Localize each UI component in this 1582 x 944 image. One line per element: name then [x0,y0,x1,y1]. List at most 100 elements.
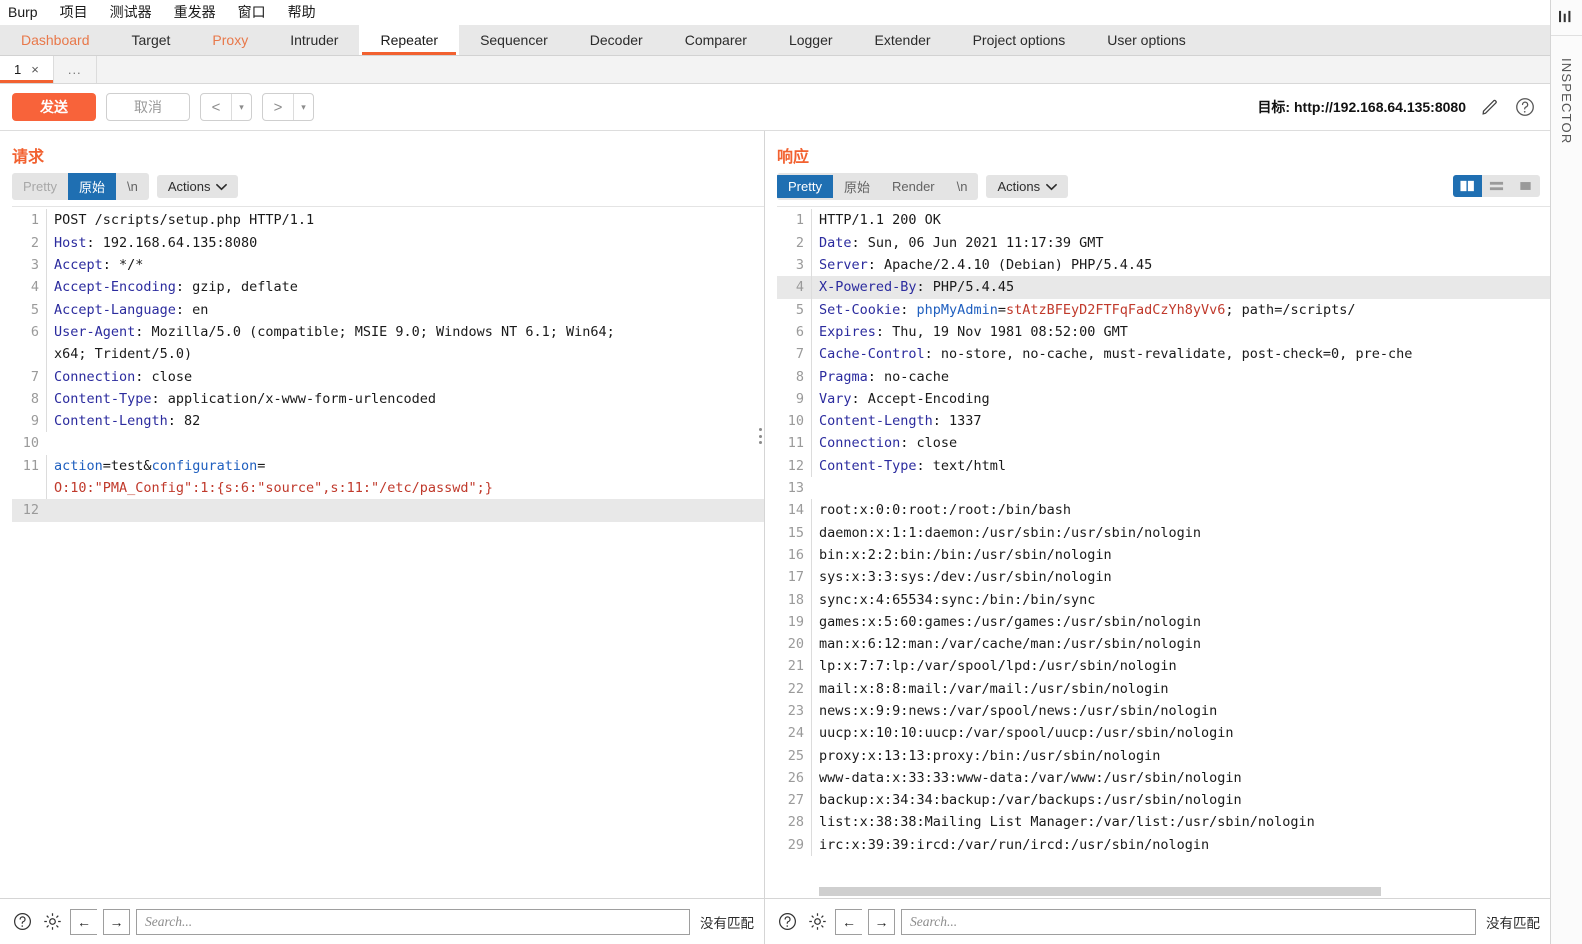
response-line[interactable]: 18 sync:x:4:65534:sync:/bin:/bin/sync [777,588,1550,611]
tab-proxy[interactable]: Proxy [191,25,269,55]
response-view-1[interactable]: Pretty [777,175,833,199]
request-line[interactable]: 1 POST /scripts/setup.php HTTP/1.1 [12,209,764,232]
tab-logger[interactable]: Logger [768,25,854,55]
tab-extender[interactable]: Extender [854,25,952,55]
repeater-new-tab[interactable]: ... [54,56,97,83]
history-next-group[interactable]: > ▾ [262,93,314,122]
response-line[interactable]: 27 backup:x:34:34:backup:/var/backups:/us… [777,789,1550,812]
response-line[interactable]: 3 Server: Apache/2.4.10 (Debian) PHP/5.4.… [777,254,1550,277]
layout-single-pane-icon[interactable] [1511,175,1540,197]
response-line[interactable]: 19 games:x:5:60:games:/usr/games:/usr/sbi… [777,610,1550,634]
response-line[interactable]: 6 Expires: Thu, 19 Nov 1981 08:52:00 GMT [777,320,1550,344]
response-line[interactable]: 2 Date: Sun, 06 Jun 2021 11:17:39 GMT [777,231,1550,255]
response-editor[interactable]: 1 HTTP/1.1 200 OK 2 Date: Sun, 06 Jun 2021 … [777,206,1550,899]
inspector-rail[interactable]: INSPECTOR [1550,0,1582,944]
response-line[interactable]: 21 lp:x:7:7:lp:/var/spool/lpd:/usr/sbin/n… [777,655,1550,678]
request-search-input[interactable] [136,908,690,935]
close-icon[interactable]: × [31,62,39,77]
response-view-4[interactable]: \n [946,175,979,198]
scrollbar-thumb[interactable] [819,887,1382,897]
request-line[interactable]: 6 User-Agent: Mozilla/5.0 (compatible; MS… [12,320,764,366]
response-line[interactable]: 20 man:x:6:12:man:/var/cache/man:/usr/sbi… [777,633,1550,656]
menu-repeater[interactable]: 重发器 [174,2,216,22]
response-line[interactable]: 5 Set-Cookie: phpMyAdmin=stAtzBFEyD2FTFqF… [777,298,1550,321]
request-line[interactable]: 5 Accept-Language: en [12,298,764,321]
tab-project-options[interactable]: Project options [952,25,1087,55]
response-line[interactable]: 7 Cache-Control: no-store, no-cache, must… [777,343,1550,366]
chevron-left-icon[interactable]: < [201,94,231,120]
tab-user-options[interactable]: User options [1086,25,1207,55]
response-line[interactable]: 10 Content-Length: 1337 [777,410,1550,433]
request-actions-button[interactable]: Actions [156,175,239,199]
response-line[interactable]: 8 Pragma: no-cache [777,365,1550,388]
request-line[interactable]: 4 Accept-Encoding: gzip, deflate [12,276,764,299]
response-line[interactable]: 29 irc:x:39:39:ircd:/var/run/ircd:/usr/sb… [777,833,1550,857]
search-next-button[interactable]: → [103,908,130,935]
request-view-3[interactable]: \n [116,175,149,198]
history-prev-group[interactable]: < ▾ [200,93,252,122]
request-line[interactable]: 8 Content-Type: application/x-www-form-ur… [12,387,764,411]
response-view-3[interactable]: Render [881,175,946,198]
request-view-1[interactable]: Pretty [12,175,68,198]
gear-icon[interactable] [40,910,64,934]
request-view-2[interactable]: 原始 [67,173,116,201]
response-line[interactable]: 15 daemon:x:1:1:daemon:/usr/sbin:/usr/sbi… [777,521,1550,544]
tab-decoder[interactable]: Decoder [569,25,664,55]
response-horizontal-scrollbar[interactable] [819,887,1540,897]
response-line[interactable]: 28 list:x:38:38:Mailing List Manager:/var… [777,811,1550,834]
response-line[interactable]: 26 www-data:x:33:33:www-data:/var/www:/us… [777,766,1550,790]
chevron-down-icon[interactable]: ▾ [231,94,251,121]
request-line[interactable]: 12 [12,499,764,522]
gear-icon[interactable] [805,910,829,934]
response-line[interactable]: 24 uucp:x:10:10:uucp:/var/spool/uucp:/usr… [777,722,1550,745]
response-search-input[interactable] [901,908,1476,935]
send-button[interactable]: 发送 [12,93,96,122]
response-line[interactable]: 13 [777,477,1550,499]
search-prev-button[interactable]: ← [835,908,862,935]
request-line[interactable]: 11 action=test&configuration= O:10:"PMA_C… [12,454,764,500]
response-line[interactable]: 14 root:x:0:0:root:/root:/bin/bash [777,499,1550,522]
cancel-button[interactable]: 取消 [106,93,190,122]
tab-repeater[interactable]: Repeater [359,24,460,56]
tab-comparer[interactable]: Comparer [664,25,768,55]
response-line[interactable]: 25 proxy:x:13:13:proxy:/bin:/usr/sbin/nol… [777,744,1550,767]
menu-tester[interactable]: 测试器 [110,2,152,22]
response-line[interactable]: 12 Content-Type: text/html [777,454,1550,478]
menu-help[interactable]: 帮助 [288,2,316,22]
help-icon[interactable] [1512,94,1538,120]
request-line[interactable]: 7 Connection: close [12,365,764,388]
request-editor[interactable]: 1 POST /scripts/setup.php HTTP/1.1 2 Host: … [12,206,764,899]
tab-intruder[interactable]: Intruder [269,25,359,55]
response-actions-button[interactable]: Actions [986,175,1069,199]
chevron-down-icon[interactable]: ▾ [293,94,313,121]
response-line[interactable]: 11 Connection: close [777,432,1550,455]
request-line[interactable]: 10 [12,432,764,454]
search-prev-button[interactable]: ← [70,908,97,935]
response-line[interactable]: 17 sys:x:3:3:sys:/dev:/usr/sbin/nologin [777,566,1550,589]
search-next-button[interactable]: → [868,908,895,935]
inspector-toggle-icon[interactable] [1558,0,1575,27]
tab-dashboard[interactable]: Dashboard [0,25,111,55]
request-line[interactable]: 3 Accept: */* [12,254,764,277]
response-line[interactable]: 4 X-Powered-By: PHP/5.4.45 [777,276,1550,299]
response-line[interactable]: 23 news:x:9:9:news:/var/spool/news:/usr/s… [777,699,1550,723]
response-line[interactable]: 16 bin:x:2:2:bin:/bin:/usr/sbin/nologin [777,543,1550,567]
menu-window[interactable]: 窗口 [238,2,266,22]
layout-split-vertical-icon[interactable] [1453,175,1482,198]
tab-sequencer[interactable]: Sequencer [459,25,569,55]
chevron-right-icon[interactable]: > [263,94,293,120]
pencil-icon[interactable] [1476,94,1502,120]
response-line[interactable]: 1 HTTP/1.1 200 OK [777,209,1550,232]
menu-project[interactable]: 项目 [60,2,88,22]
tab-target[interactable]: Target [111,25,192,55]
request-line[interactable]: 9 Content-Length: 82 [12,410,764,433]
repeater-tab-1[interactable]: 1 × [0,56,54,83]
menu-burp[interactable]: Burp [8,4,38,20]
help-icon[interactable] [10,910,34,934]
help-icon[interactable] [775,910,799,934]
layout-split-horizontal-icon[interactable] [1482,175,1511,197]
response-view-2[interactable]: 原始 [833,173,881,200]
response-line[interactable]: 9 Vary: Accept-Encoding [777,387,1550,411]
split-drag-handle[interactable] [759,428,763,445]
response-line[interactable]: 22 mail:x:8:8:mail:/var/mail:/usr/sbin/no… [777,677,1550,700]
